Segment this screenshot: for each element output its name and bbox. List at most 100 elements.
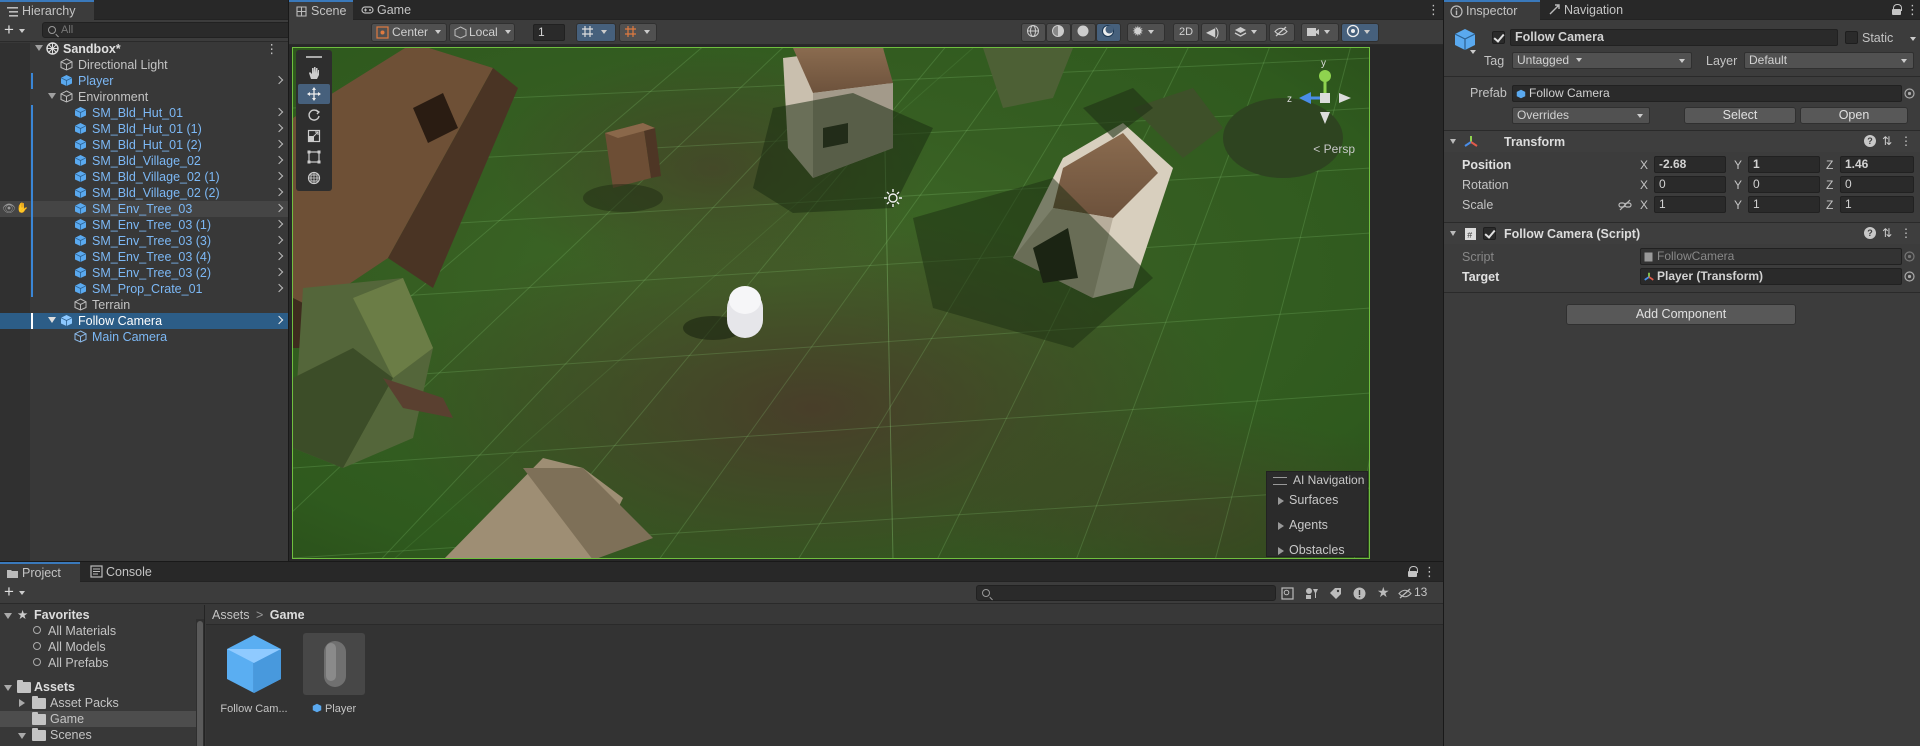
hidden-packages-icon[interactable] xyxy=(1398,587,1412,600)
breadcrumb-root[interactable]: Assets xyxy=(212,608,250,622)
position-z-field[interactable]: 1.46 xyxy=(1840,156,1914,173)
asset-follow-camera[interactable]: Follow Cam... xyxy=(214,633,294,723)
hierarchy-item[interactable]: Player xyxy=(0,73,288,89)
hierarchy-item[interactable]: SM_Bld_Hut_01 (1) xyxy=(0,121,288,137)
chevron-down-icon[interactable] xyxy=(1470,50,1476,54)
fold-arrow-right-icon[interactable] xyxy=(19,699,25,707)
asset-player[interactable]: Player xyxy=(294,633,374,723)
position-x-field[interactable]: -2.68 xyxy=(1654,156,1726,173)
favorite-item[interactable]: All Materials xyxy=(0,623,196,639)
component-menu-icon[interactable]: ⋮ xyxy=(1900,134,1912,148)
asset-folder-item-selected[interactable]: Game xyxy=(0,711,196,727)
tab-navigation[interactable]: Navigation xyxy=(1542,0,1652,20)
fold-arrow-icon[interactable] xyxy=(18,733,26,739)
fold-arrow-icon[interactable] xyxy=(48,93,56,99)
pivot-dropdown[interactable]: Center xyxy=(371,23,447,42)
hierarchy-item[interactable]: SM_Bld_Village_02 (2) xyxy=(0,185,288,201)
more-menu-icon[interactable]: ⋮ xyxy=(1427,3,1440,17)
tab-project[interactable]: Project xyxy=(0,562,80,582)
tool-strip-handle[interactable] xyxy=(298,52,330,62)
hierarchy-item[interactable]: SM_Env_Tree_03 (2) xyxy=(0,265,288,281)
scene-visibility-button[interactable] xyxy=(1269,23,1295,42)
hierarchy-item[interactable]: 👁 ✋ SM_Env_Tree_03 xyxy=(0,201,288,217)
chevron-right-icon[interactable] xyxy=(274,203,284,213)
snap-increment-dropdown[interactable] xyxy=(619,23,657,42)
chevron-right-icon[interactable] xyxy=(274,235,284,245)
hierarchy-item[interactable]: Environment xyxy=(0,89,288,105)
hand-tool-button[interactable] xyxy=(298,63,330,83)
fold-arrow-icon[interactable] xyxy=(1450,139,1456,144)
add-component-button[interactable]: Add Component xyxy=(1566,304,1796,325)
chevron-right-icon[interactable] xyxy=(274,75,284,85)
object-name-field[interactable]: Follow Camera xyxy=(1510,29,1838,46)
hierarchy-item[interactable]: SM_Bld_Hut_01 xyxy=(0,105,288,121)
transform-header[interactable]: Transform ? ⇅ ⋮ xyxy=(1444,130,1920,152)
more-menu-icon[interactable]: ⋮ xyxy=(1423,565,1436,579)
projection-toggle[interactable]: < Persp xyxy=(1313,142,1355,156)
static-dropdown-icon[interactable] xyxy=(1910,37,1916,41)
fold-arrow-icon[interactable] xyxy=(4,613,12,619)
audio-toggle-button[interactable]: ◀︎) xyxy=(1201,23,1227,42)
component-menu-icon[interactable]: ⋮ xyxy=(1900,226,1912,240)
chevron-right-icon[interactable] xyxy=(274,283,284,293)
scale-tool-button[interactable] xyxy=(298,126,330,146)
scene-viewport[interactable]: z y < Persp AI Navigation Surfaces Agent… xyxy=(292,47,1370,559)
asset-folder-item[interactable]: Asset Packs xyxy=(0,695,196,711)
hierarchy-item[interactable]: SM_Env_Tree_03 (3) xyxy=(0,233,288,249)
favorite-star-icon[interactable]: ★ xyxy=(1377,584,1390,601)
warning-filter-icon[interactable] xyxy=(1353,587,1366,600)
favorites-row[interactable]: ★ Favorites xyxy=(0,607,196,623)
open-prefab-button[interactable]: Open xyxy=(1800,107,1908,124)
scene-more-icon[interactable]: ⋮ xyxy=(266,41,279,57)
rotate-tool-button[interactable] xyxy=(298,105,330,125)
active-checkbox[interactable] xyxy=(1492,31,1505,44)
rotation-x-field[interactable]: 0 xyxy=(1654,176,1726,193)
rotation-z-field[interactable]: 0 xyxy=(1840,176,1914,193)
hierarchy-search-input[interactable]: All xyxy=(42,22,288,38)
create-asset-button[interactable]: + xyxy=(4,583,32,602)
draw-mode-wire-button[interactable] xyxy=(1021,23,1046,42)
tab-console[interactable]: Console xyxy=(84,562,164,582)
hierarchy-item[interactable]: Terrain xyxy=(0,297,288,313)
script-component-header[interactable]: # Follow Camera (Script) ? ⇅ ⋮ xyxy=(1444,222,1920,244)
hierarchy-item[interactable]: SM_Bld_Village_02 xyxy=(0,153,288,169)
chevron-right-icon[interactable] xyxy=(274,155,284,165)
rect-tool-button[interactable] xyxy=(298,147,330,167)
object-picker-icon[interactable] xyxy=(1904,88,1915,99)
tree-scrollbar[interactable] xyxy=(196,619,204,746)
breadcrumb-current[interactable]: Game xyxy=(270,608,305,622)
rotation-y-field[interactable]: 0 xyxy=(1748,176,1820,193)
label-tag-icon[interactable] xyxy=(1329,587,1342,600)
filter-type-icon[interactable] xyxy=(1305,587,1319,600)
project-search-input[interactable] xyxy=(976,585,1276,601)
chevron-right-icon[interactable] xyxy=(274,315,284,325)
favorite-item[interactable]: All Models xyxy=(0,639,196,655)
position-y-field[interactable]: 1 xyxy=(1748,156,1820,173)
preset-icon[interactable]: ⇅ xyxy=(1882,226,1892,240)
scale-z-field[interactable]: 1 xyxy=(1840,196,1914,213)
draw-mode-lit-button[interactable] xyxy=(1096,23,1121,42)
assets-row[interactable]: Assets xyxy=(0,679,196,695)
draw-mode-shaded-wire-button[interactable] xyxy=(1046,23,1071,42)
move-tool-button[interactable] xyxy=(298,84,330,104)
lock-icon[interactable] xyxy=(1892,4,1902,15)
fold-arrow-icon[interactable] xyxy=(48,317,56,323)
pickable-hand-icon[interactable]: ✋ xyxy=(16,201,28,217)
visibility-eye-icon[interactable]: 👁 xyxy=(2,201,16,217)
hierarchy-item[interactable]: SM_Prop_Crate_01 xyxy=(0,281,288,297)
prefab-asset-field[interactable]: Follow Camera xyxy=(1512,85,1902,102)
select-prefab-button[interactable]: Select xyxy=(1684,107,1796,124)
tree-scroll-thumb[interactable] xyxy=(197,621,203,746)
lock-icon[interactable] xyxy=(1408,566,1418,577)
draw-mode-shaded-button[interactable] xyxy=(1071,23,1096,42)
tab-inspector[interactable]: Inspector xyxy=(1444,0,1540,20)
scale-x-field[interactable]: 1 xyxy=(1654,196,1726,213)
grid-snap-input[interactable]: 1 xyxy=(533,24,565,41)
hierarchy-item[interactable]: Main Camera xyxy=(0,329,288,345)
chevron-right-icon[interactable] xyxy=(274,123,284,133)
link-scale-icon[interactable] xyxy=(1618,199,1632,211)
tab-game[interactable]: Game xyxy=(355,0,419,20)
ai-navigation-title[interactable]: AI Navigation xyxy=(1267,472,1367,488)
chevron-right-icon[interactable] xyxy=(274,251,284,261)
ai-nav-item-obstacles[interactable]: Obstacles xyxy=(1267,538,1367,558)
